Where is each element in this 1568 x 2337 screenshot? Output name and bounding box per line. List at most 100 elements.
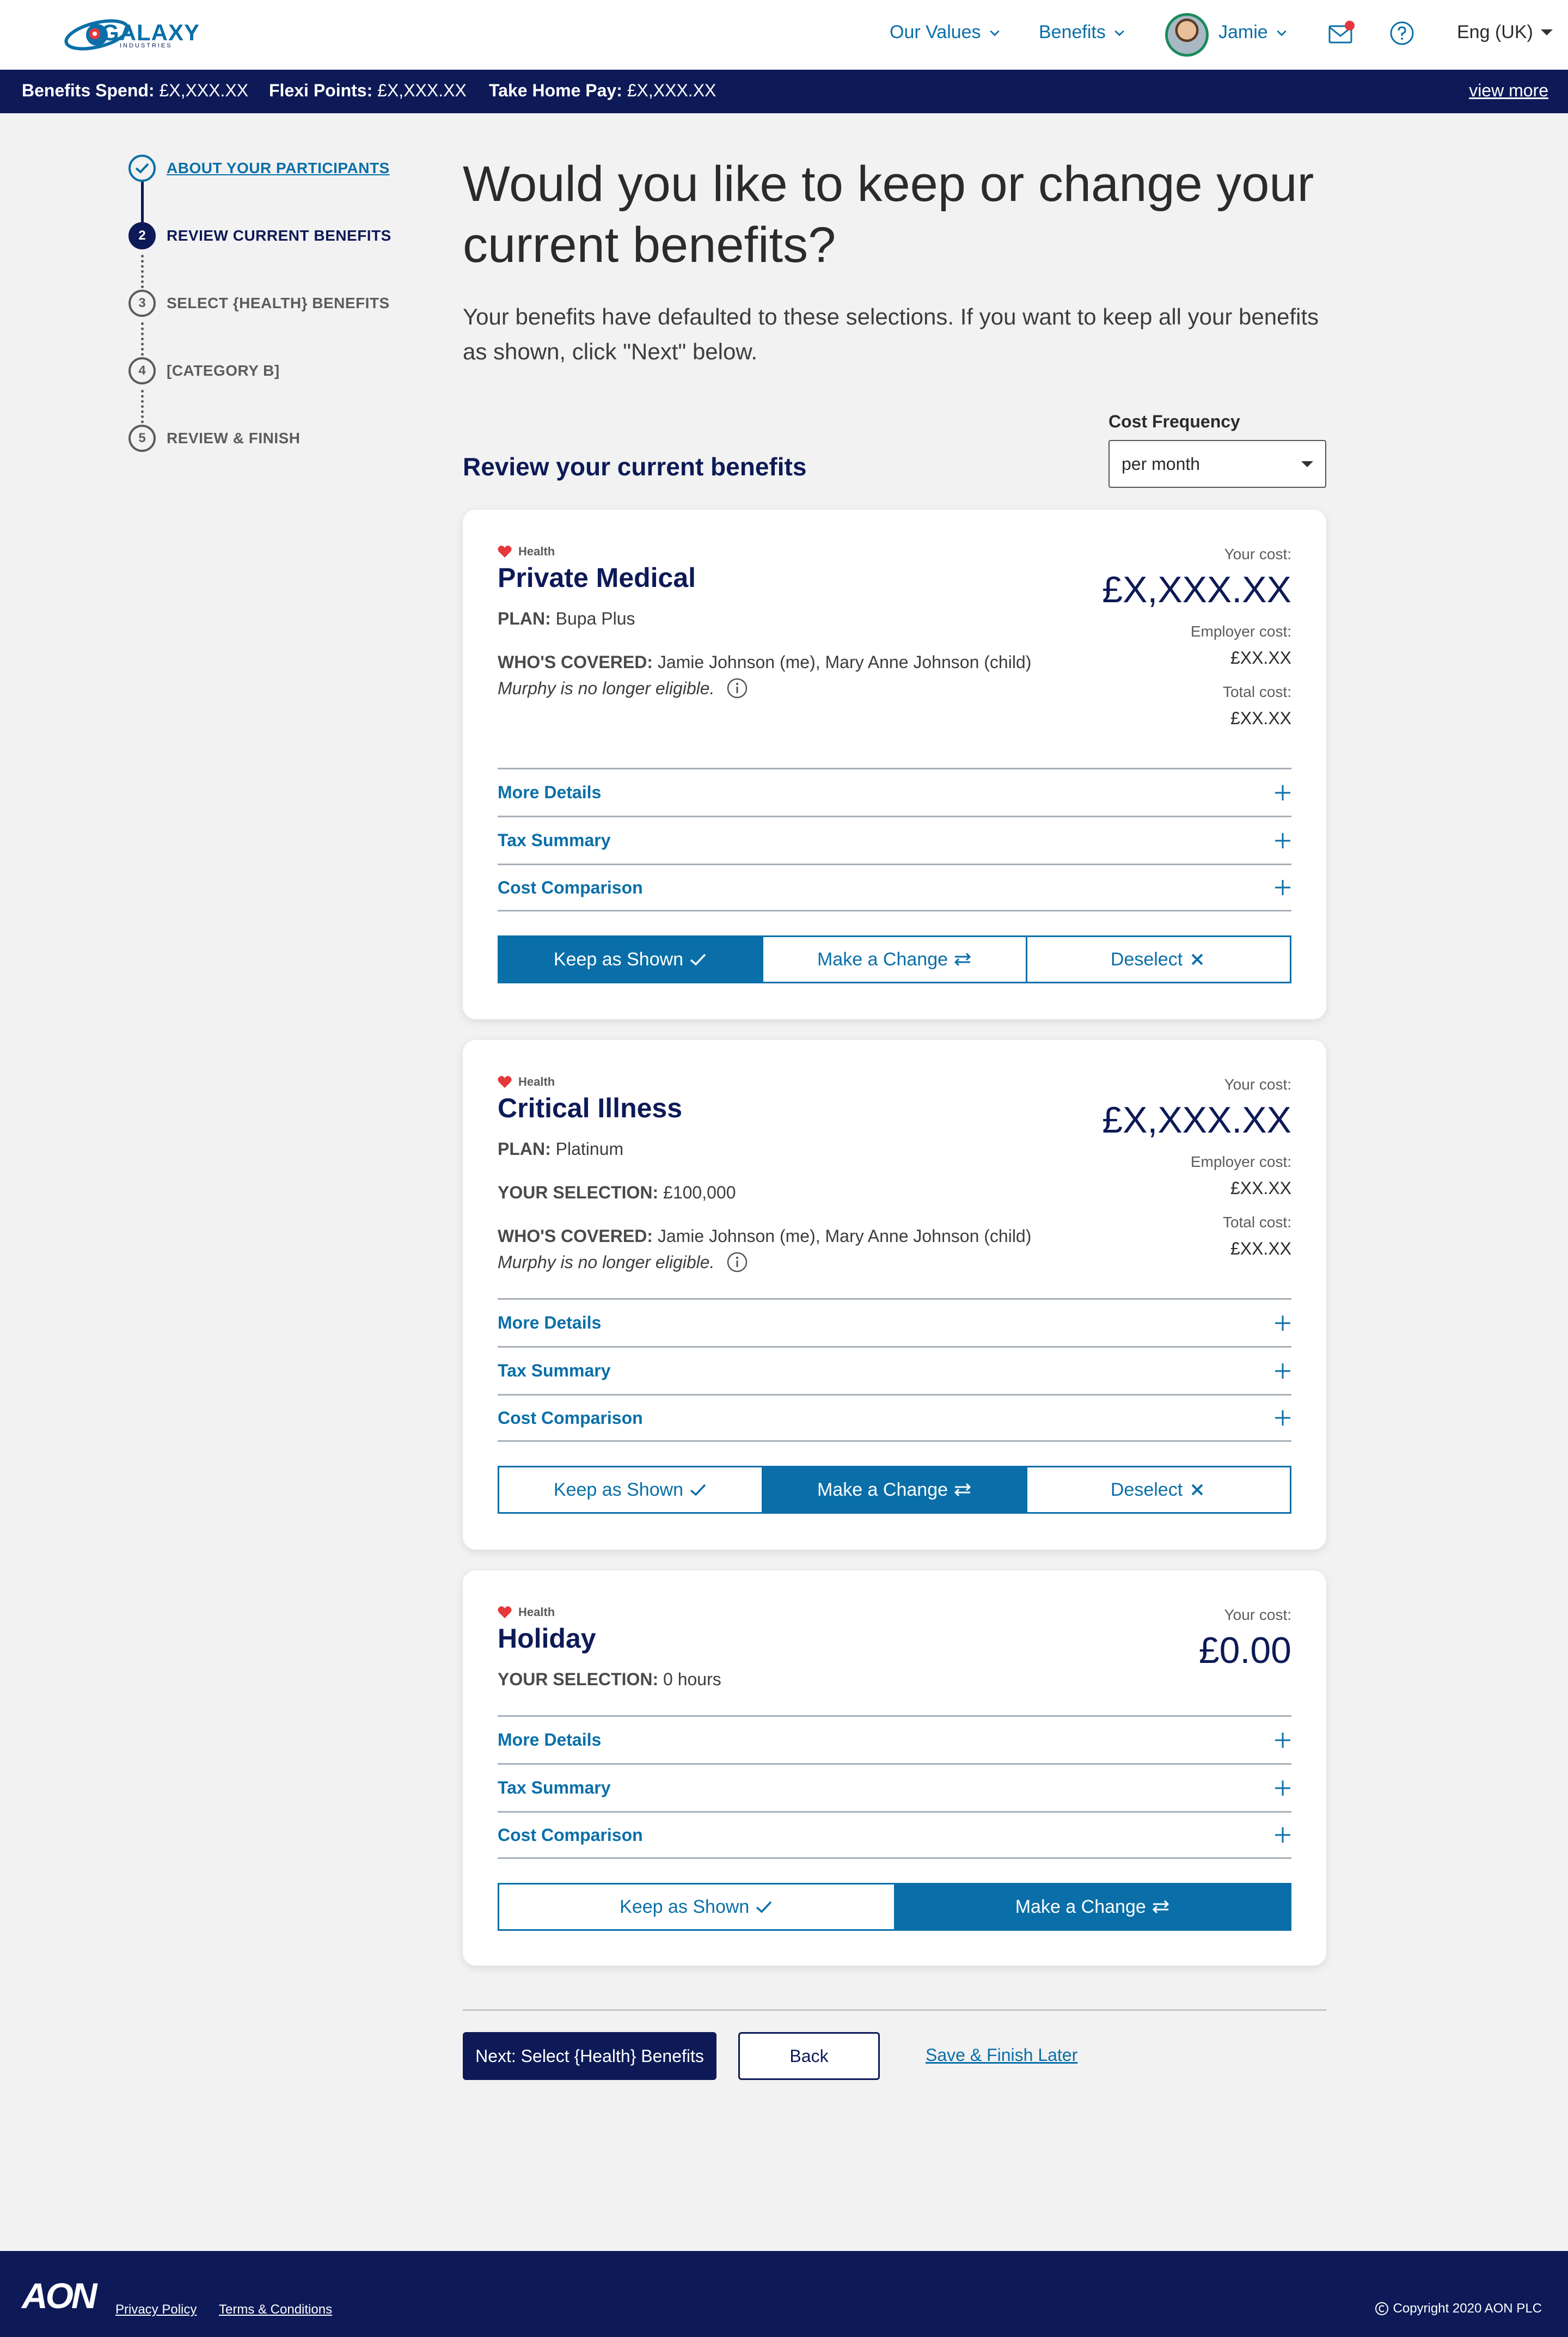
- your-cost-value: £X,XXX.XX: [1102, 1099, 1291, 1141]
- benefit-action-group: Keep as Shown Make a Change: [498, 1883, 1291, 1931]
- plan-value: Bupa Plus: [555, 609, 635, 628]
- accordion-cost-comparison[interactable]: Cost Comparison: [498, 864, 1291, 911]
- terms-conditions-link[interactable]: Terms & Conditions: [219, 2302, 332, 2317]
- make-a-change-button[interactable]: Make a Change: [763, 1467, 1027, 1512]
- accordion-label: Tax Summary: [498, 830, 611, 850]
- category-label: Health: [518, 1075, 555, 1088]
- make-a-change-button[interactable]: Make a Change: [895, 1885, 1290, 1929]
- plan-label: PLAN:: [498, 1139, 551, 1159]
- copyright-icon: [1375, 2302, 1388, 2315]
- covered-label: WHO'S COVERED:: [498, 652, 653, 672]
- accordion-cost-comparison[interactable]: Cost Comparison: [498, 1811, 1291, 1859]
- swap-arrows-icon: [954, 1483, 971, 1497]
- user-menu[interactable]: Jamie: [1218, 22, 1288, 43]
- chevron-down-icon: [1114, 30, 1124, 36]
- keep-label: Keep as Shown: [553, 1479, 684, 1500]
- swap-arrows-icon: [954, 952, 971, 966]
- step-number: 5: [128, 425, 156, 452]
- plan-value: Platinum: [555, 1139, 624, 1159]
- deselect-button[interactable]: Deselect: [1027, 1467, 1290, 1512]
- accordion-more-details[interactable]: More Details: [498, 1298, 1291, 1346]
- accordion-tax-summary[interactable]: Tax Summary: [498, 1346, 1291, 1394]
- save-finish-later-link[interactable]: Save & Finish Later: [926, 2045, 1077, 2065]
- eligibility-note-text: Murphy is no longer eligible.: [498, 1252, 715, 1272]
- check-icon: [756, 1901, 772, 1913]
- step-label: SELECT {HEALTH} BENEFITS: [167, 295, 390, 311]
- info-icon[interactable]: [726, 1251, 748, 1273]
- accordion-label: More Details: [498, 782, 602, 802]
- benefits-summary-bar: Benefits Spend: £X,XXX.XX Flexi Points: …: [0, 70, 1568, 113]
- plan-line: PLAN: Platinum: [498, 1139, 623, 1159]
- step-label: REVIEW & FINISH: [167, 430, 301, 446]
- nav-benefits[interactable]: Benefits: [1039, 22, 1125, 43]
- close-icon: [1191, 953, 1203, 965]
- aon-logo[interactable]: AON: [22, 2275, 97, 2316]
- accordion-more-details[interactable]: More Details: [498, 768, 1291, 816]
- nav-our-values[interactable]: Our Values: [890, 22, 1001, 43]
- take-home-pay-label: Take Home Pay:: [489, 81, 622, 100]
- your-cost-label: Your cost:: [1224, 546, 1291, 562]
- keep-as-shown-button[interactable]: Keep as Shown: [499, 1467, 763, 1512]
- plan-label: PLAN:: [498, 609, 551, 628]
- divider: [463, 2009, 1326, 2011]
- deselect-button[interactable]: Deselect: [1027, 937, 1290, 982]
- total-cost-value: £XX.XX: [1230, 708, 1291, 728]
- accordion-tax-summary[interactable]: Tax Summary: [498, 816, 1291, 864]
- category-tag: Health: [498, 545, 555, 559]
- copyright: Copyright 2020 AON PLC: [1375, 2301, 1542, 2316]
- logo-subtext: INDUSTRIES: [120, 42, 173, 49]
- accordion-more-details[interactable]: More Details: [498, 1715, 1291, 1763]
- caret-down-icon: [1301, 461, 1313, 467]
- benefits-spend: Benefits Spend: £X,XXX.XX: [22, 81, 248, 101]
- deselect-label: Deselect: [1110, 949, 1183, 970]
- keep-as-shown-button[interactable]: Keep as Shown: [499, 937, 763, 982]
- page-footer: AON Privacy Policy Terms & Conditions Co…: [0, 2251, 1568, 2337]
- chevron-down-icon: [989, 30, 1000, 36]
- benefit-card-private-medical: Health Private Medical PLAN: Bupa Plus W…: [463, 510, 1326, 1019]
- total-cost-value: £XX.XX: [1230, 1239, 1291, 1258]
- next-button[interactable]: Next: Select {Health} Benefits: [463, 2032, 716, 2080]
- privacy-policy-link[interactable]: Privacy Policy: [115, 2302, 197, 2317]
- cost-frequency-select[interactable]: per month: [1108, 440, 1326, 488]
- accordion-tax-summary[interactable]: Tax Summary: [498, 1763, 1291, 1811]
- close-icon: [1191, 1484, 1203, 1496]
- check-icon: [690, 1484, 706, 1496]
- keep-as-shown-button[interactable]: Keep as Shown: [499, 1885, 896, 1929]
- page-title: Would you like to keep or change your cu…: [463, 156, 1314, 273]
- step-number: 4: [128, 357, 156, 384]
- selection-label: YOUR SELECTION:: [498, 1669, 659, 1689]
- accordion-cost-comparison[interactable]: Cost Comparison: [498, 1394, 1291, 1442]
- category-tag: Health: [498, 1605, 555, 1619]
- benefits-spend-value: £X,XXX.XX: [159, 81, 249, 100]
- card-accordion: More Details Tax Summary Cost Comparison: [498, 1298, 1291, 1442]
- help-icon[interactable]: [1389, 21, 1414, 46]
- language-selector[interactable]: Eng (UK): [1457, 22, 1553, 43]
- step-about-participants[interactable]: ABOUT YOUR PARTICIPANTS: [128, 155, 390, 182]
- language-label: Eng (UK): [1457, 22, 1533, 42]
- check-icon: [128, 155, 156, 182]
- benefit-card-holiday: Health Holiday YOUR SELECTION: 0 hours Y…: [463, 1570, 1326, 1966]
- category-label: Health: [518, 1605, 555, 1619]
- user-avatar[interactable]: [1165, 13, 1209, 57]
- nav-benefits-label: Benefits: [1039, 22, 1106, 42]
- employer-cost-label: Employer cost:: [1190, 623, 1291, 640]
- info-icon[interactable]: [726, 677, 748, 699]
- category-label: Health: [518, 545, 555, 558]
- eligibility-note: Murphy is no longer eligible.: [498, 677, 748, 699]
- cost-summary: Your cost: £X,XXX.XX Employer cost: £XX.…: [1102, 546, 1291, 729]
- flexi-points: Flexi Points: £X,XXX.XX: [269, 81, 467, 101]
- selection-line: YOUR SELECTION: 0 hours: [498, 1669, 721, 1690]
- nav-our-values-label: Our Values: [890, 22, 981, 42]
- covered-label: WHO'S COVERED:: [498, 1226, 653, 1246]
- benefit-action-group: Keep as Shown Make a Change Deselect: [498, 935, 1291, 983]
- make-a-change-button[interactable]: Make a Change: [763, 937, 1027, 982]
- view-more-link[interactable]: view more: [1469, 81, 1548, 101]
- plus-icon: [1275, 880, 1290, 895]
- benefit-card-critical-illness: Health Critical Illness PLAN: Platinum Y…: [463, 1040, 1326, 1550]
- section-title: Review your current benefits: [463, 452, 807, 481]
- back-button[interactable]: Back: [738, 2032, 880, 2080]
- plus-icon: [1275, 1410, 1290, 1426]
- your-cost-label: Your cost:: [1224, 1606, 1291, 1623]
- step-label: REVIEW CURRENT BENEFITS: [167, 227, 391, 244]
- plus-icon: [1275, 1827, 1290, 1843]
